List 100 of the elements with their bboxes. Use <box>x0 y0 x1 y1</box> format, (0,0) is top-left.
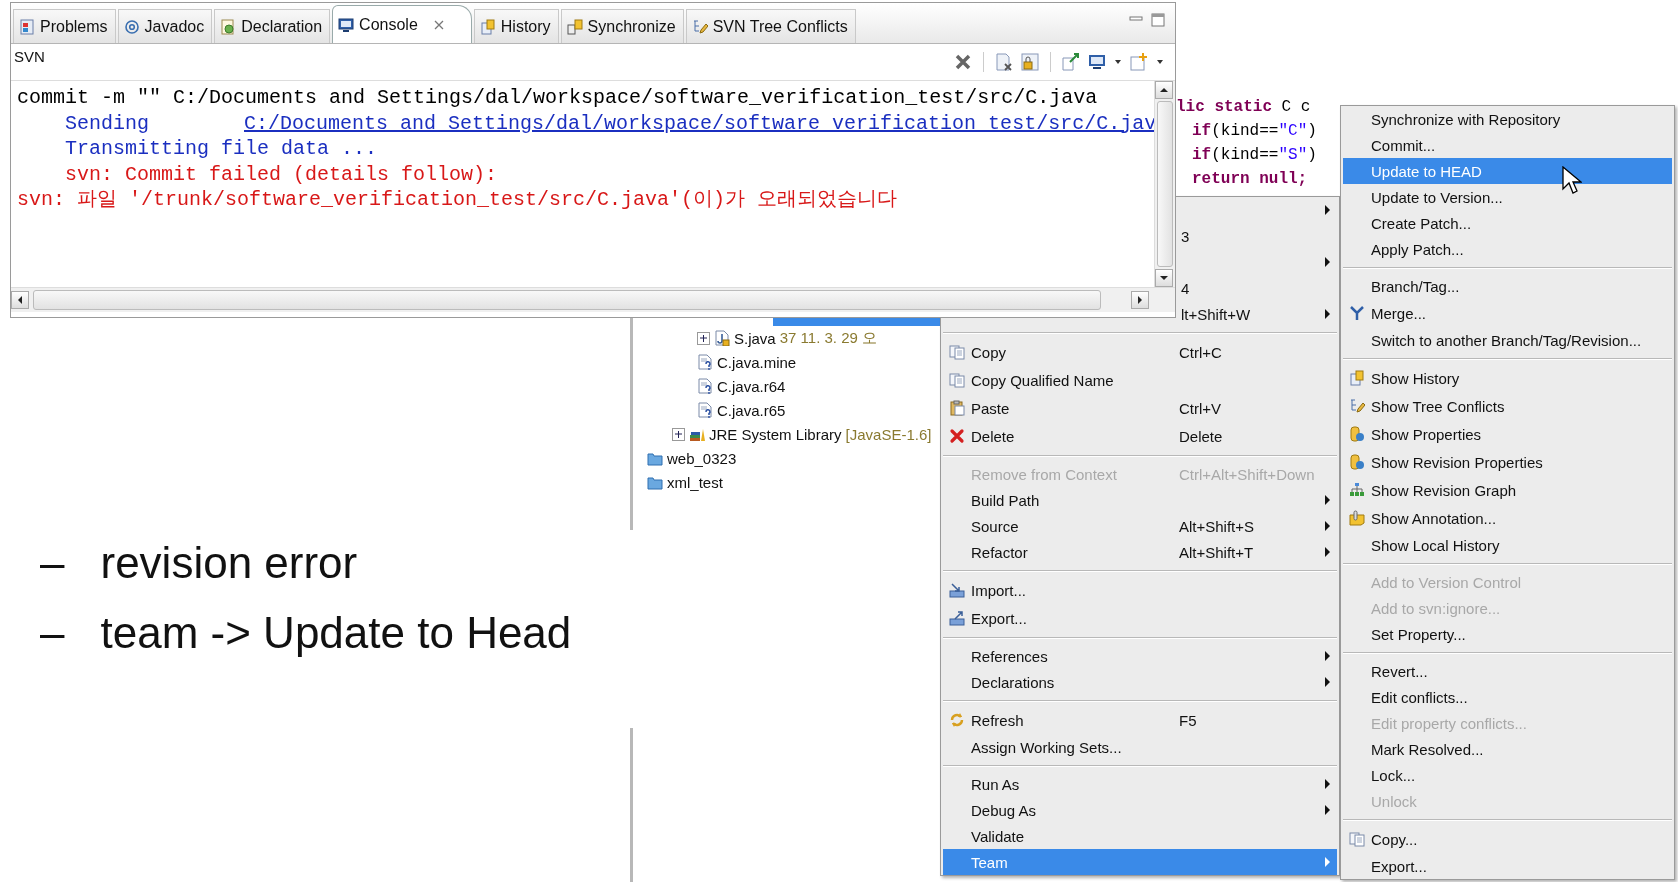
menu-item[interactable]: Refresh F5 <box>943 706 1337 734</box>
tree-item-label[interactable]: C.java.r64 <box>717 377 786 395</box>
menu-item[interactable]: Copy Ctrl+C <box>943 338 1337 366</box>
view-tab[interactable]: Problems <box>13 9 116 43</box>
java-file-icon <box>714 330 730 346</box>
menu-item[interactable]: Revert... <box>1343 658 1672 684</box>
scroll-thumb[interactable] <box>33 290 1101 310</box>
code-line: lic static C c <box>1176 97 1312 118</box>
menu-item[interactable]: Commit... <box>1343 132 1672 158</box>
plus-icon <box>674 429 683 439</box>
menu-item[interactable]: Assign Working Sets... <box>943 734 1337 760</box>
menu-item[interactable]: Show Tree Conflicts <box>1343 392 1672 420</box>
menu-item[interactable]: Show Annotation... <box>1343 504 1672 532</box>
menu-item[interactable]: Run As <box>943 771 1337 797</box>
menu-item[interactable]: Refactor Alt+Shift+T <box>943 539 1337 565</box>
menu-item[interactable]: Copy... <box>1343 825 1672 853</box>
submenu-arrow-icon <box>1324 778 1331 790</box>
menu-item[interactable]: Export... <box>1343 853 1672 879</box>
folder-icon <box>647 474 663 490</box>
menu-item[interactable]: Update to HEAD <box>1343 158 1672 184</box>
bullet-text: revision error <box>100 538 358 588</box>
view-tab[interactable]: Declaration <box>214 9 331 43</box>
submenu-arrow-icon <box>1324 520 1331 532</box>
menu-item[interactable]: Copy Qualified Name <box>943 366 1337 394</box>
lock-document-icon[interactable] <box>1020 52 1040 72</box>
x-mark-icon[interactable] <box>953 52 973 72</box>
menu-item[interactable]: Show Revision Graph <box>1343 476 1672 504</box>
question-file-icon <box>697 402 713 418</box>
down-arrow-icon <box>1159 274 1169 282</box>
menu-item[interactable]: Show Properties <box>1343 420 1672 448</box>
view-tab[interactable]: Synchronize <box>560 9 684 43</box>
submenu-arrow-icon <box>1324 308 1331 320</box>
menu-item[interactable]: Show Revision Properties <box>1343 448 1672 476</box>
menu-item[interactable]: Paste Ctrl+V <box>943 394 1337 422</box>
scroll-down-button[interactable] <box>1155 269 1173 287</box>
close-icon[interactable] <box>432 18 445 31</box>
menu-item[interactable]: References <box>943 643 1337 669</box>
file-link[interactable]: C:/Documents and Settings/dal/workspace/software_verification_test/src/C.jav <box>244 110 1157 136</box>
menu-item[interactable]: Update to Version... <box>1343 184 1672 210</box>
copy-icon <box>1349 831 1365 847</box>
import-icon <box>949 582 965 598</box>
history-icon <box>1349 370 1365 386</box>
expand-button[interactable] <box>672 427 685 441</box>
tree-item-detail: 37 11. 3. 29 오 <box>779 328 877 348</box>
menu-item[interactable]: Edit conflicts... <box>1343 684 1672 710</box>
menu-item[interactable]: 3 <box>1181 223 1337 249</box>
plus-icon <box>699 333 708 343</box>
menu-item[interactable]: Switch to another Branch/Tag/Revision... <box>1343 327 1672 353</box>
maximize-icon[interactable] <box>1151 13 1165 27</box>
scroll-right-button[interactable] <box>1131 291 1149 309</box>
tree-item-label[interactable]: web_0323 <box>667 449 737 467</box>
submenu-arrow-icon <box>1324 676 1331 688</box>
tree-item-label[interactable]: JRE System Library <box>709 425 842 443</box>
menu-item[interactable]: Create Patch... <box>1343 210 1672 236</box>
menu-item[interactable]: lt+Shift+W <box>1181 301 1337 327</box>
tree-item-label[interactable]: xml_test <box>667 473 723 491</box>
copy-icon <box>949 372 965 388</box>
menu-item[interactable]: Team <box>943 849 1337 875</box>
console-line: svn: Commit failed (details follow): <box>64 161 499 187</box>
question-file-icon <box>697 354 713 370</box>
console-line: Transmitting file data ... <box>64 136 379 162</box>
folder-icon <box>647 450 663 466</box>
menu-item[interactable]: Build Path <box>943 487 1337 513</box>
view-tab[interactable]: Javadoc <box>117 9 213 43</box>
menu-item[interactable]: Delete Delete <box>943 422 1337 450</box>
expand-button[interactable] <box>697 331 710 345</box>
submenu-arrow-icon <box>1324 494 1331 506</box>
menu-item[interactable]: Show Local History <box>1343 532 1672 558</box>
scroll-up-button[interactable] <box>1155 81 1173 99</box>
menu-item[interactable]: Mark Resolved... <box>1343 736 1672 762</box>
menu-item[interactable]: Debug As <box>943 797 1337 823</box>
scroll-thumb[interactable] <box>1157 101 1173 267</box>
document-x-icon[interactable] <box>994 52 1014 72</box>
menu-item[interactable]: Declarations <box>943 669 1337 695</box>
monitor-icon[interactable] <box>1087 52 1107 72</box>
menu-item[interactable]: Validate <box>943 823 1337 849</box>
menu-item[interactable]: 4 <box>1181 275 1337 301</box>
menu-item[interactable]: Show History <box>1343 364 1672 392</box>
view-tab[interactable]: SVN Tree Conflicts <box>685 9 856 43</box>
tree-item-label[interactable]: C.java.r65 <box>717 401 786 419</box>
menu-item[interactable]: Lock... <box>1343 762 1672 788</box>
tree-item-label[interactable]: C.java.mine <box>717 353 797 371</box>
menu-item[interactable]: Apply Patch... <box>1343 236 1672 262</box>
menu-item[interactable]: Branch/Tag... <box>1343 273 1672 299</box>
bullet-dash: – <box>40 608 65 658</box>
menu-item[interactable]: Synchronize with Repository <box>1343 106 1672 132</box>
left-arrow-icon <box>16 295 24 305</box>
scroll-left-button[interactable] <box>11 291 29 309</box>
menu-item[interactable]: Export... <box>943 604 1337 632</box>
tree-item-label[interactable]: S.java <box>734 329 776 347</box>
menu-item[interactable]: Source Alt+Shift+S <box>943 513 1337 539</box>
copy-icon <box>949 344 965 360</box>
menu-item[interactable]: Set Property... <box>1343 621 1672 647</box>
menu-item[interactable]: Merge... <box>1343 299 1672 327</box>
export-icon <box>949 610 965 626</box>
merge-icon <box>1349 305 1365 321</box>
bullet-text: team -> Update to Head <box>100 608 572 658</box>
menu-item[interactable]: Import... <box>943 576 1337 604</box>
view-tab[interactable]: History <box>473 9 559 43</box>
view-tab[interactable]: Console <box>332 5 472 43</box>
